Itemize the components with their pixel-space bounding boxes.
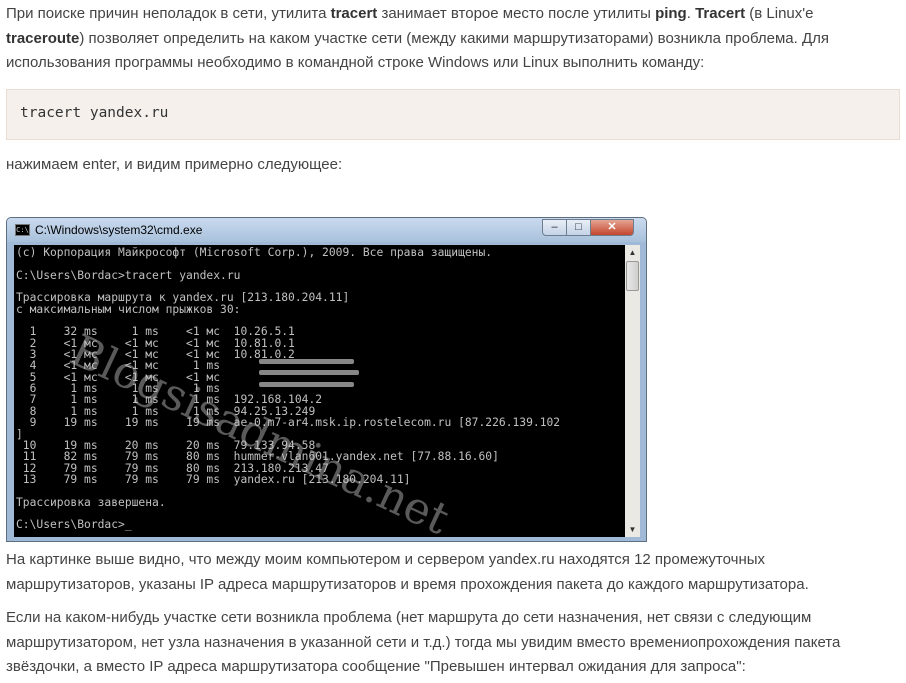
maximize-button: □ xyxy=(566,219,591,236)
vertical-scrollbar: ▲ ▼ xyxy=(625,245,640,537)
console-line: C:\Users\Bordac>tracert yandex.ru xyxy=(16,268,241,282)
console-line: 13 79 ms 79 ms 79 ms yandex.ru [213.180.… xyxy=(16,472,411,486)
code-block: tracert yandex.ru xyxy=(6,89,900,140)
minimize-button: – xyxy=(542,219,567,236)
scroll-up-arrow-icon: ▲ xyxy=(628,248,637,257)
intro-paragraph: При поиске причин неполадок в сети, утил… xyxy=(6,2,886,76)
scroll-down-arrow-icon: ▼ xyxy=(628,525,637,534)
scrollbar-thumb xyxy=(626,261,639,291)
intro-text-1: При поиске причин неполадок в сети, утил… xyxy=(6,5,331,22)
cmd-icon: C:\ xyxy=(15,224,30,236)
console-line: Трассировка завершена. xyxy=(16,495,166,509)
console-line: (c) Корпорация Майкрософт (Microsoft Cor… xyxy=(16,246,493,259)
after-code-text: нажимаем enter, и видим примерно следующ… xyxy=(6,156,343,173)
console-line: 11 82 ms 79 ms 80 ms hummer-vlan601.yand… xyxy=(16,450,499,464)
console-line: C:\Users\Bordac>_ xyxy=(16,518,132,532)
cmd-screenshot-window: C:\ C:\Windows\system32\cmd.exe – □ ✕ (c… xyxy=(6,217,647,542)
intro-text-3: . xyxy=(686,5,696,22)
console-output: (c) Корпорация Майкрософт (Microsoft Cor… xyxy=(14,245,625,537)
cmd-title: C:\Windows\system32\cmd.exe xyxy=(35,223,203,237)
intro-bold-tracert-2: Tracert xyxy=(695,5,746,22)
redacted-ip-1 xyxy=(259,359,354,364)
intro-bold-ping: ping xyxy=(655,5,687,22)
console-line: 9 19 ms 19 ms 19 ms ae-0.m7-ar4.msk.ip.r… xyxy=(16,416,561,430)
intro-bold-tracert: tracert xyxy=(330,5,378,22)
problem-paragraph: Если на каком-нибудь участке сети возник… xyxy=(6,609,841,675)
intro-bold-traceroute: traceroute xyxy=(6,29,80,47)
cmd-titlebar: C:\ C:\Windows\system32\cmd.exe – □ ✕ xyxy=(7,218,646,242)
redacted-ip-3 xyxy=(259,382,354,387)
intro-text-2: занимает второе место после утилиты xyxy=(377,5,656,22)
code-command: tracert yandex.ru xyxy=(20,105,169,121)
console-text: (c) Корпорация Майкрософт (Microsoft Cor… xyxy=(14,245,625,531)
after-image-paragraph: На картинке выше видно, что между моим к… xyxy=(6,551,809,593)
console-line: с максимальным числом прыжков 30: xyxy=(16,302,241,316)
intro-text-4: (в Linux'е xyxy=(745,5,814,22)
intro-text-5: ) позволяет определить на каком участке … xyxy=(6,29,830,72)
redacted-ip-2 xyxy=(259,370,359,375)
close-button: ✕ xyxy=(590,219,634,236)
